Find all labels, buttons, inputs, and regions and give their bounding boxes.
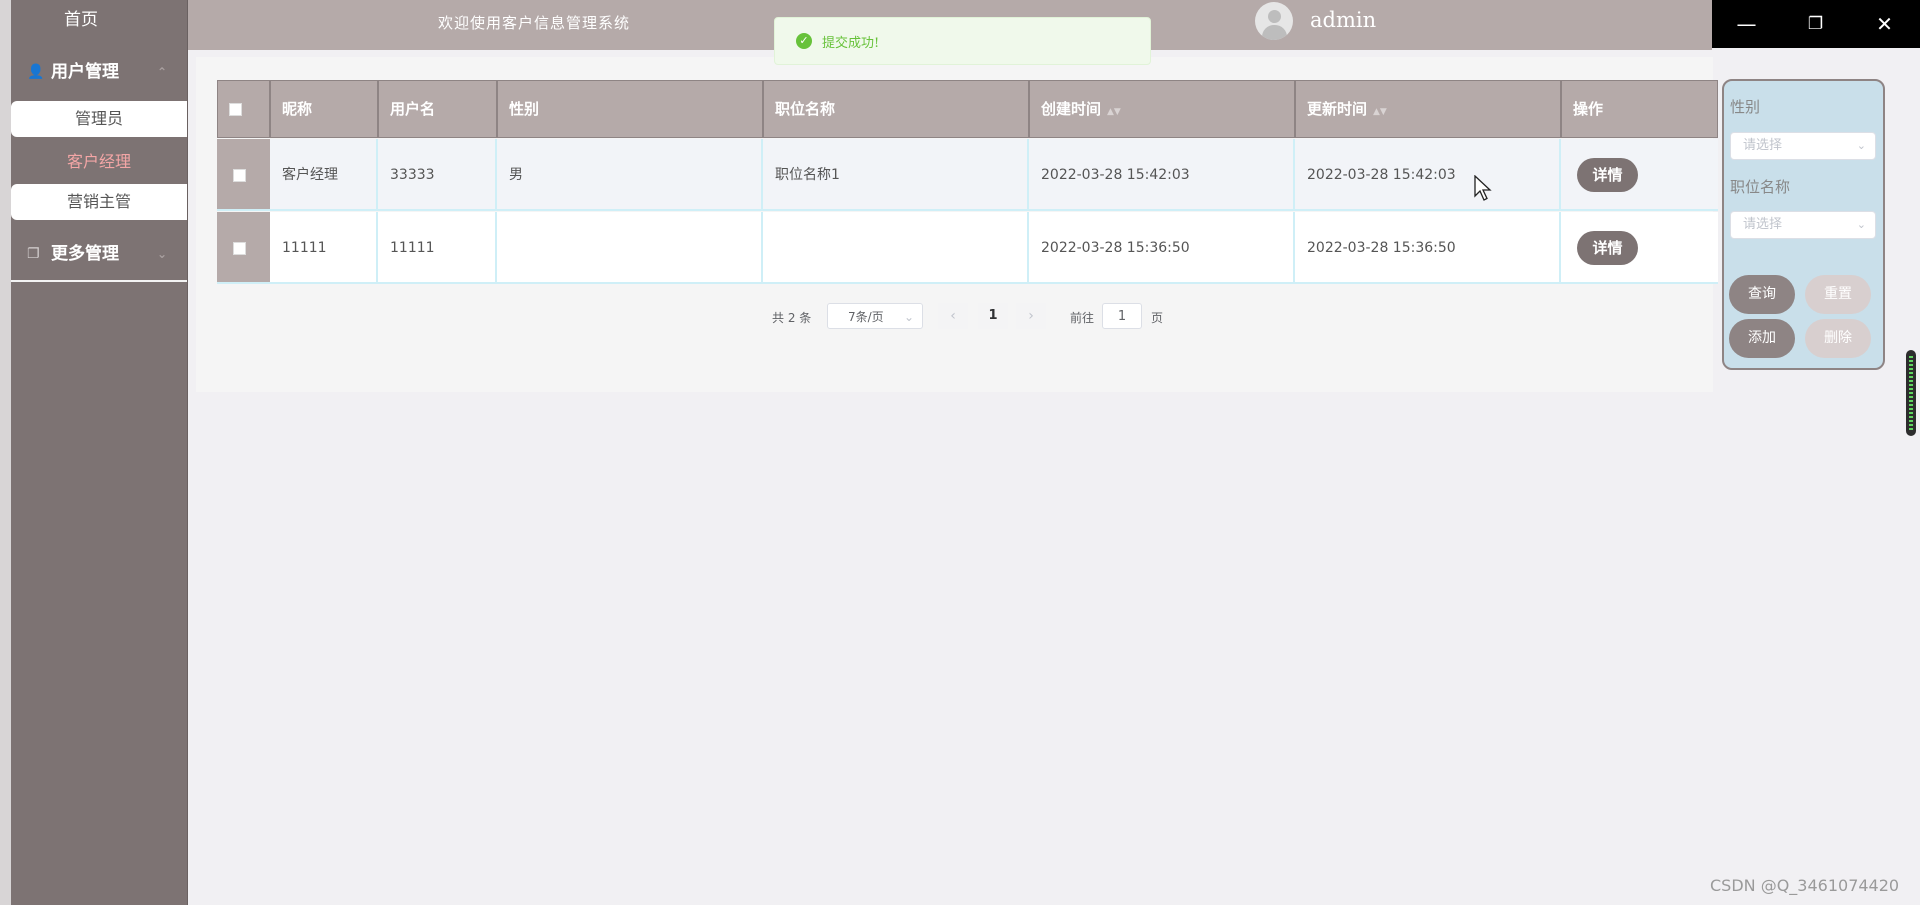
chevron-down-icon: ⌄	[903, 310, 914, 324]
cell-gender: 男	[497, 139, 763, 211]
sort-icon[interactable]: ▲▼	[1107, 107, 1121, 117]
query-button[interactable]: 查询	[1729, 275, 1795, 314]
column-header-nickname: 昵称	[271, 81, 379, 137]
table-row: 客户经理 33333 男 职位名称1 2022-03-28 15:42:03 2…	[217, 139, 1718, 211]
cell-gender	[497, 212, 763, 284]
column-header-actions: 操作	[1573, 100, 1604, 118]
cell-username: 33333	[378, 139, 497, 211]
goto-page-input[interactable]: 1	[1102, 303, 1142, 329]
search-panel: 性别 请选择 ⌄ 职位名称 请选择 ⌄ 查询 重置 添加 删除	[1722, 79, 1885, 370]
cell-username: 11111	[378, 212, 497, 284]
chevron-up-icon: ⌃	[156, 65, 167, 79]
detail-button[interactable]: 详情	[1577, 158, 1638, 192]
chevron-down-icon: ⌄	[1856, 218, 1866, 231]
sidebar-group-label: 更多管理	[51, 244, 119, 264]
column-header-username: 用户名	[379, 81, 498, 137]
select-all-checkbox[interactable]	[229, 103, 242, 116]
sidebar-item-home[interactable]: 首页	[11, 0, 151, 38]
minimize-icon[interactable]: —	[1712, 0, 1781, 48]
avatar[interactable]	[1255, 2, 1293, 40]
position-filter-placeholder: 请选择	[1743, 217, 1783, 232]
avatar-body	[1262, 25, 1287, 40]
row-select-cell	[217, 139, 270, 211]
scrollbar-grip	[1909, 356, 1913, 430]
column-header-created-label: 创建时间	[1041, 100, 1102, 118]
row-select-cell	[217, 212, 270, 284]
cell-actions: 详情	[1561, 212, 1718, 284]
column-header-updated-label: 更新时间	[1307, 100, 1368, 118]
cell-created: 2022-03-28 15:42:03	[1029, 139, 1295, 211]
add-button[interactable]: 添加	[1729, 319, 1795, 358]
restore-icon[interactable]: ❐	[1781, 0, 1850, 48]
sidebar-edge	[0, 0, 11, 905]
copy-icon: ❐	[27, 246, 40, 262]
delete-button[interactable]: 删除	[1805, 319, 1871, 358]
goto-label: 前往	[1070, 311, 1095, 325]
cell-updated: 2022-03-28 15:42:03	[1295, 139, 1561, 211]
position-filter-select[interactable]: 请选择 ⌄	[1730, 211, 1876, 239]
page-suffix: 页	[1151, 311, 1164, 325]
user-icon: 👤	[27, 64, 45, 80]
sidebar: 首页 👤 用户管理 ⌃ 管理员 客户经理 营销主管 ❐ 更多管理 ⌄	[0, 0, 188, 905]
gender-filter-label: 性别	[1730, 98, 1761, 116]
gender-filter-placeholder: 请选择	[1743, 138, 1783, 153]
toast-message: 提交成功!	[822, 36, 880, 51]
window-controls: — ❐ ✕	[1712, 0, 1920, 48]
row-checkbox[interactable]	[233, 169, 246, 182]
sort-icon[interactable]: ▲▼	[1373, 107, 1387, 117]
detail-button[interactable]: 详情	[1577, 231, 1638, 265]
cell-nickname: 客户经理	[270, 139, 378, 211]
column-header-gender: 性别	[498, 81, 764, 137]
column-header-updated[interactable]: 更新时间 ▲▼	[1296, 81, 1562, 137]
page-size-select[interactable]: 7条/页 ⌄	[827, 303, 923, 329]
avatar-head	[1268, 10, 1281, 23]
page-size-value: 7条/页	[848, 310, 884, 324]
sidebar-item-marketing-supervisor[interactable]: 营销主管	[11, 184, 187, 220]
sidebar-group-user-management[interactable]: 👤 用户管理 ⌃	[11, 50, 187, 94]
cell-created: 2022-03-28 15:36:50	[1029, 212, 1295, 284]
sidebar-divider	[11, 280, 187, 282]
column-header-created[interactable]: 创建时间 ▲▼	[1030, 81, 1296, 137]
scrollbar-handle[interactable]	[1906, 350, 1916, 436]
close-icon[interactable]: ✕	[1850, 0, 1919, 48]
prev-page-button[interactable]: ‹	[938, 303, 968, 329]
cell-position: 职位名称1	[763, 139, 1029, 211]
watermark: CSDN @Q_3461074420	[1710, 876, 1900, 895]
pagination-total: 共 2 条	[772, 311, 812, 325]
sidebar-item-admin[interactable]: 管理员	[11, 101, 187, 137]
column-header-position: 职位名称	[764, 81, 1030, 137]
header-select-all-cell	[218, 81, 271, 137]
table-header: 昵称 用户名 性别 职位名称 创建时间 ▲▼ 更新时间 ▲▼ 操作	[217, 80, 1718, 138]
cell-updated: 2022-03-28 15:36:50	[1295, 212, 1561, 284]
check-circle-icon: ✓	[796, 33, 812, 49]
reset-button[interactable]: 重置	[1805, 275, 1871, 314]
chevron-down-icon: ⌄	[1856, 139, 1866, 152]
sidebar-group-label: 用户管理	[51, 62, 119, 82]
current-page-number[interactable]: 1	[978, 303, 1008, 329]
sidebar-group-more-management[interactable]: ❐ 更多管理 ⌄	[11, 232, 187, 276]
row-checkbox[interactable]	[233, 242, 246, 255]
success-toast: ✓ 提交成功!	[774, 17, 1151, 65]
cell-nickname: 11111	[270, 212, 378, 284]
chevron-down-icon: ⌄	[156, 247, 167, 261]
cell-position	[763, 212, 1029, 284]
table-row: 11111 11111 2022-03-28 15:36:50 2022-03-…	[217, 212, 1718, 284]
sidebar-item-customer-manager[interactable]: 客户经理	[11, 144, 187, 180]
next-page-button[interactable]: ›	[1016, 303, 1046, 329]
username-label[interactable]: admin	[1310, 8, 1376, 32]
gender-filter-select[interactable]: 请选择 ⌄	[1730, 132, 1876, 160]
mouse-cursor-icon	[1474, 175, 1492, 201]
page-title: 欢迎使用客户信息管理系统	[438, 14, 631, 32]
cell-actions: 详情	[1561, 139, 1718, 211]
position-filter-label: 职位名称	[1730, 178, 1791, 196]
